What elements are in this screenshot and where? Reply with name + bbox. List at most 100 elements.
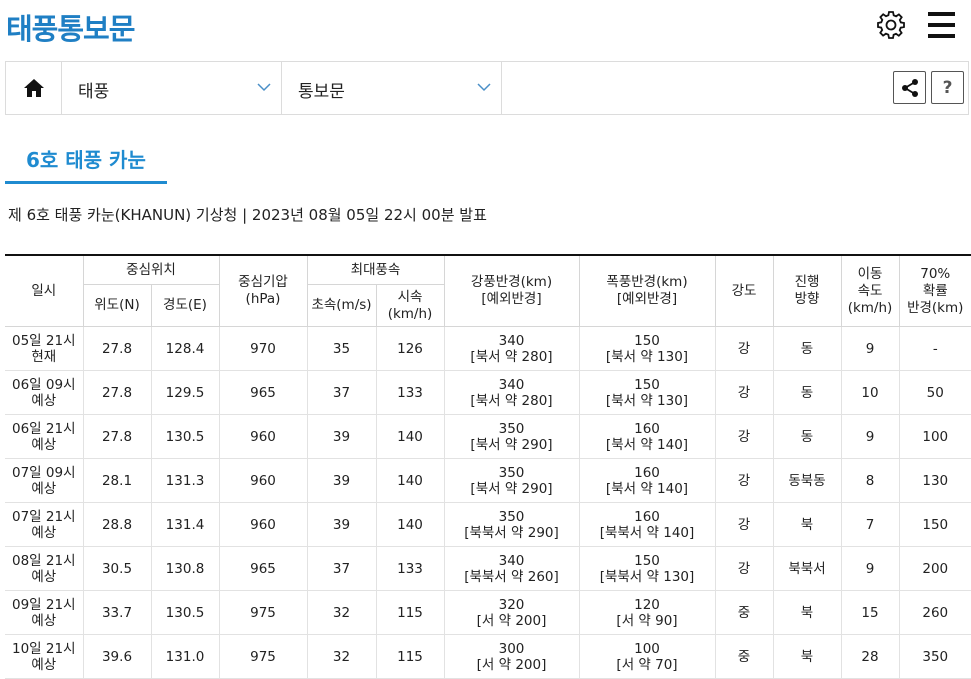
cell-direction: 북 bbox=[772, 502, 842, 547]
cell-probability-radius: 350 bbox=[898, 634, 971, 679]
cell-intensity: 강 bbox=[714, 414, 774, 459]
table-row: 09일 21시 예상 33.7 130.5 975 32 115 320 [서 약 200] 12… bbox=[5, 590, 971, 635]
category-select[interactable]: 태풍 bbox=[62, 62, 282, 114]
cell-gale-radius: 350 [북서 약 290] bbox=[443, 414, 580, 459]
col-wind-ms: 초속(m/s) bbox=[306, 284, 377, 327]
forecast-table: 일시 중심위치 중심기압 (hPa) 최대풍속 강풍반경(km) [예외반경] … bbox=[5, 254, 971, 679]
subcategory-select[interactable]: 통보문 bbox=[282, 62, 502, 114]
cell-datetime: 10일 21시 예상 bbox=[5, 634, 84, 679]
cell-gale-radius: 340 [북서 약 280] bbox=[443, 326, 580, 371]
navigation-bar: 태풍 통보문 ? bbox=[5, 61, 969, 115]
cell-move-speed: 28 bbox=[840, 634, 900, 679]
cell-intensity: 강 bbox=[714, 546, 774, 591]
chevron-down-icon bbox=[477, 83, 491, 92]
cell-storm-radius: 160 [북북서 약 140] bbox=[578, 502, 716, 547]
cell-wind-kmh: 126 bbox=[375, 326, 445, 371]
cell-lon: 131.3 bbox=[150, 458, 220, 503]
home-button[interactable] bbox=[6, 62, 62, 114]
cell-intensity: 강 bbox=[714, 370, 774, 415]
table-row: 06일 21시 예상 27.8 130.5 960 39 140 350 [북서 약 290] 1… bbox=[5, 414, 971, 459]
cell-lon: 131.4 bbox=[150, 502, 220, 547]
cell-wind-ms: 35 bbox=[306, 326, 377, 371]
cell-wind-ms: 32 bbox=[306, 590, 377, 635]
cell-gale-radius: 340 [북북서 약 260] bbox=[443, 546, 580, 591]
cell-direction: 동북동 bbox=[772, 458, 842, 503]
col-lat: 위도(N) bbox=[83, 284, 152, 327]
chevron-down-icon bbox=[257, 83, 271, 92]
hamburger-menu-icon[interactable] bbox=[928, 12, 955, 38]
cell-intensity: 강 bbox=[714, 458, 774, 503]
col-wind-kmh: 시속 (km/h) bbox=[375, 284, 444, 327]
cell-lat: 39.6 bbox=[82, 634, 152, 679]
table-row: 07일 09시 예상 28.1 131.3 960 39 140 350 [북서 약 290] 1… bbox=[5, 458, 971, 503]
cell-move-speed: 9 bbox=[840, 414, 900, 459]
cell-direction: 북북서 bbox=[772, 546, 842, 591]
cell-direction: 동 bbox=[772, 370, 842, 415]
cell-storm-radius: 120 [서 약 90] bbox=[578, 590, 716, 635]
cell-wind-kmh: 140 bbox=[375, 458, 445, 503]
cell-direction: 북 bbox=[772, 590, 842, 635]
cell-wind-kmh: 140 bbox=[375, 414, 445, 459]
col-lon: 경도(E) bbox=[150, 284, 220, 327]
cell-gale-radius: 300 [서 약 200] bbox=[443, 634, 580, 679]
cell-lat: 28.1 bbox=[82, 458, 152, 503]
cell-storm-radius: 100 [서 약 70] bbox=[578, 634, 716, 679]
col-probability-radius: 70% 확률 반경(km) bbox=[898, 254, 971, 327]
cell-lat: 33.7 bbox=[82, 590, 152, 635]
bulletin-info: 제 6호 태풍 카눈(KHANUN) 기상청 | 2023년 08월 05일 2… bbox=[8, 206, 487, 224]
cell-lon: 130.5 bbox=[150, 414, 220, 459]
cell-direction: 동 bbox=[772, 326, 842, 371]
cell-intensity: 강 bbox=[714, 502, 774, 547]
cell-probability-radius: 200 bbox=[898, 546, 971, 591]
share-button[interactable] bbox=[893, 71, 926, 104]
cell-datetime: 08일 21시 예상 bbox=[5, 546, 84, 591]
subcategory-select-value: 통보문 bbox=[298, 82, 345, 102]
cell-wind-ms: 39 bbox=[306, 502, 377, 547]
cell-lat: 27.8 bbox=[82, 326, 152, 371]
cell-storm-radius: 150 [북북서 약 130] bbox=[578, 546, 716, 591]
cell-pressure: 975 bbox=[218, 590, 308, 635]
cell-intensity: 강 bbox=[714, 326, 774, 371]
table-row: 06일 09시 예상 27.8 129.5 965 37 133 340 [북서 약 280] 1… bbox=[5, 370, 971, 415]
cell-intensity: 중 bbox=[714, 590, 774, 635]
cell-pressure: 960 bbox=[218, 502, 308, 547]
cell-gale-radius: 350 [북서 약 290] bbox=[443, 458, 580, 503]
cell-lat: 27.8 bbox=[82, 414, 152, 459]
cell-pressure: 975 bbox=[218, 634, 308, 679]
cell-datetime: 07일 21시 예상 bbox=[5, 502, 84, 547]
cell-wind-kmh: 133 bbox=[375, 546, 445, 591]
nav-toolbar: ? bbox=[502, 62, 968, 114]
cell-wind-kmh: 115 bbox=[375, 634, 445, 679]
cell-lon: 129.5 bbox=[150, 370, 220, 415]
share-icon bbox=[901, 78, 918, 97]
col-storm-radius: 폭풍반경(km) [예외반경] bbox=[578, 254, 716, 327]
cell-wind-ms: 37 bbox=[306, 546, 377, 591]
forecast-table-body: 05일 21시 현재 27.8 128.4 970 35 126 340 [북서 약 280] 1… bbox=[5, 326, 971, 679]
cell-wind-kmh: 115 bbox=[375, 590, 445, 635]
cell-move-speed: 10 bbox=[840, 370, 900, 415]
cell-storm-radius: 160 [북서 약 140] bbox=[578, 458, 716, 503]
cell-lon: 130.5 bbox=[150, 590, 220, 635]
help-button[interactable]: ? bbox=[931, 71, 964, 104]
cell-datetime: 06일 09시 예상 bbox=[5, 370, 84, 415]
cell-move-speed: 7 bbox=[840, 502, 900, 547]
table-row: 05일 21시 현재 27.8 128.4 970 35 126 340 [북서 약 280] 1… bbox=[5, 326, 971, 371]
cell-storm-radius: 150 [북서 약 130] bbox=[578, 370, 716, 415]
cell-probability-radius: 150 bbox=[898, 502, 971, 547]
cell-lat: 28.8 bbox=[82, 502, 152, 547]
cell-pressure: 960 bbox=[218, 414, 308, 459]
col-move-speed: 이동 속도 (km/h) bbox=[840, 254, 900, 327]
cell-storm-radius: 150 [북서 약 130] bbox=[578, 326, 716, 371]
cell-datetime: 06일 21시 예상 bbox=[5, 414, 84, 459]
cell-gale-radius: 340 [북서 약 280] bbox=[443, 370, 580, 415]
cell-pressure: 970 bbox=[218, 326, 308, 371]
cell-lat: 30.5 bbox=[82, 546, 152, 591]
table-row: 10일 21시 예상 39.6 131.0 975 32 115 300 [서 약 200] 10… bbox=[5, 634, 971, 679]
col-pressure: 중심기압 (hPa) bbox=[218, 254, 308, 327]
cell-lon: 128.4 bbox=[150, 326, 220, 371]
settings-gear-icon[interactable] bbox=[876, 10, 906, 40]
tab-typhoon-khanun[interactable]: 6호 태풍 카눈 bbox=[5, 133, 167, 184]
col-datetime: 일시 bbox=[5, 254, 84, 327]
cell-move-speed: 15 bbox=[840, 590, 900, 635]
help-label: ? bbox=[942, 77, 953, 98]
